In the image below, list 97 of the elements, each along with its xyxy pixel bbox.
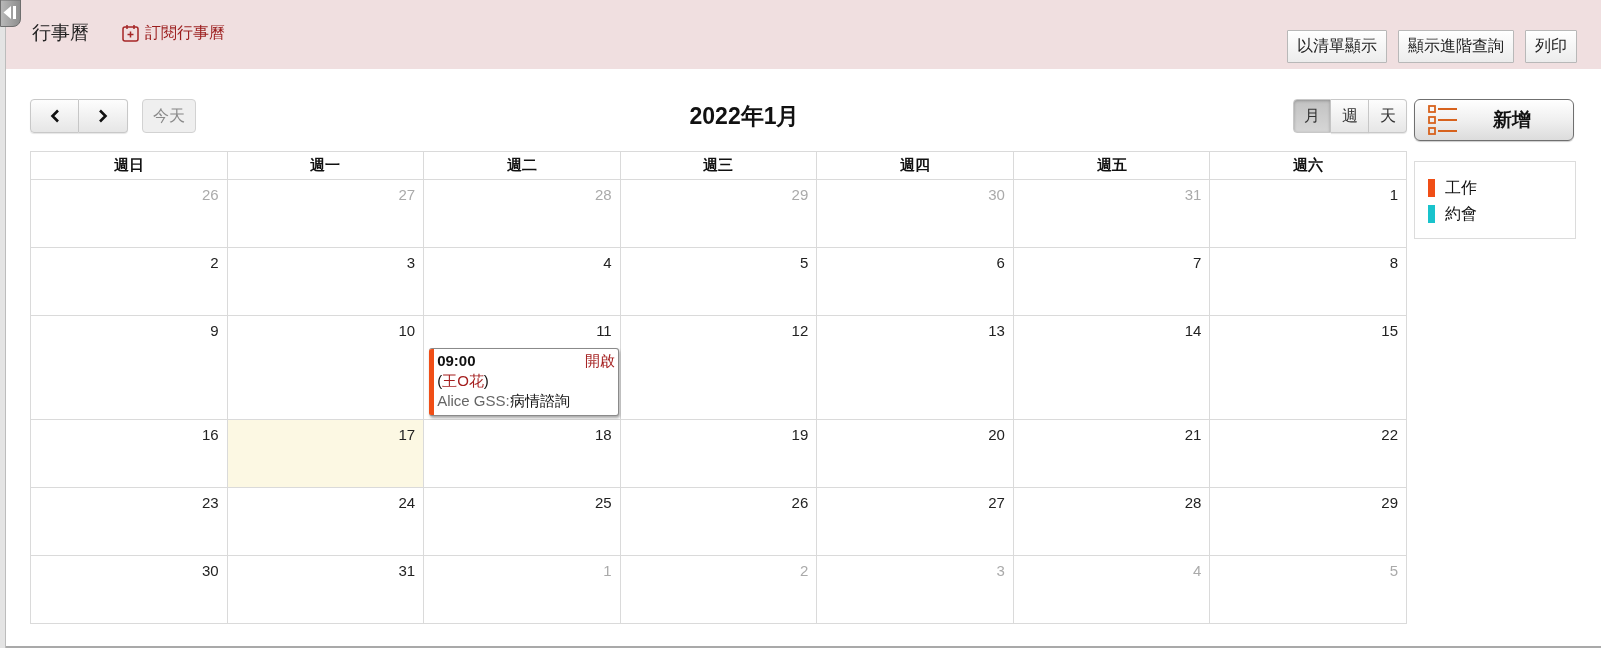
day-number: 19 <box>791 426 809 443</box>
page-title: 行事曆 <box>32 21 89 45</box>
view-tab[interactable]: 週 <box>1331 99 1369 133</box>
day-number: 22 <box>1381 426 1398 443</box>
day-number: 1 <box>1389 186 1398 203</box>
day-cell[interactable]: 23 <box>31 488 228 556</box>
day-number: 11 <box>596 322 612 339</box>
day-cell[interactable]: 28 <box>1013 488 1211 556</box>
day-number: 31 <box>398 562 416 579</box>
chevron-left-icon <box>49 109 60 123</box>
day-cell[interactable]: 19 <box>620 420 818 488</box>
day-cell[interactable]: 10 <box>227 316 425 420</box>
day-cell[interactable]: 31 <box>227 556 425 624</box>
day-cell[interactable]: 20 <box>817 420 1014 488</box>
collapse-icon[interactable] <box>0 0 21 27</box>
day-cell[interactable]: 14 <box>1013 316 1211 420</box>
day-number: 30 <box>988 186 1005 203</box>
day-cell[interactable]: 3 <box>227 248 425 316</box>
day-number: 24 <box>398 494 416 511</box>
day-number: 2 <box>210 254 219 271</box>
day-cell[interactable]: 25 <box>424 488 621 556</box>
calendar-plus-icon <box>122 24 139 42</box>
day-number: 10 <box>398 322 416 339</box>
view-tab[interactable]: 天 <box>1369 99 1407 133</box>
day-cell[interactable]: 27 <box>817 488 1014 556</box>
day-number: 4 <box>603 254 612 271</box>
day-number: 17 <box>398 426 416 443</box>
day-cell[interactable]: 22 <box>1210 420 1407 488</box>
day-number: 4 <box>1193 562 1202 579</box>
day-number: 23 <box>201 494 219 511</box>
day-number: 16 <box>201 426 219 443</box>
day-cell[interactable]: 16 <box>31 420 228 488</box>
day-number: 29 <box>1381 494 1398 511</box>
add-button[interactable]: 新增 <box>1414 99 1574 141</box>
day-cell[interactable]: 12 <box>620 316 818 420</box>
day-cell[interactable]: 7 <box>1013 248 1211 316</box>
day-number: 5 <box>1389 562 1398 579</box>
next-button[interactable] <box>79 99 128 133</box>
day-number: 3 <box>406 254 416 271</box>
day-number: 7 <box>1193 254 1202 271</box>
day-number: 26 <box>791 494 809 511</box>
day-number: 28 <box>1184 494 1202 511</box>
day-cell[interactable]: 30 <box>31 556 228 624</box>
day-number: 13 <box>988 322 1005 339</box>
event-patient: (王O花) <box>437 371 490 391</box>
day-number: 6 <box>996 254 1005 271</box>
day-number: 30 <box>201 562 219 579</box>
day-cell[interactable]: 4 <box>424 248 621 316</box>
day-number: 14 <box>1184 322 1202 339</box>
day-cell[interactable]: 24 <box>227 488 425 556</box>
day-cell[interactable]: 8 <box>1210 248 1407 316</box>
day-cell[interactable]: 18 <box>424 420 621 488</box>
day-number: 31 <box>1184 186 1202 203</box>
event-card[interactable]: 09:00 開啟 (王O花) Alice GSS:病情諮詢 <box>429 348 619 416</box>
day-number: 3 <box>996 562 1005 579</box>
open-link[interactable]: 開啟 <box>584 351 615 371</box>
day-number: 12 <box>791 322 809 339</box>
view-tab[interactable]: 月 <box>1293 99 1331 133</box>
day-cell[interactable]: 15 <box>1210 316 1407 420</box>
day-number: 18 <box>595 426 612 443</box>
subscribe-link[interactable]: 訂閱行事曆 <box>122 22 225 44</box>
day-cell[interactable]: 9 <box>31 316 228 420</box>
day-number: 2 <box>799 562 809 579</box>
legend-label: 約會 <box>1445 203 1477 224</box>
header-button[interactable]: 以清單顯示 <box>1287 30 1387 63</box>
day-number: 8 <box>1389 254 1398 271</box>
day-cell[interactable]: 29 <box>1210 488 1407 556</box>
day-number: 20 <box>988 426 1005 443</box>
day-cell[interactable]: 5 <box>620 248 818 316</box>
day-number: 28 <box>595 186 612 203</box>
day-cell[interactable]: 1 <box>1210 180 1407 248</box>
day-number: 1 <box>603 562 612 579</box>
day-cell[interactable]: 26 <box>620 488 818 556</box>
day-number: 26 <box>201 186 219 203</box>
day-number: 21 <box>1184 426 1202 443</box>
header-button[interactable]: 列印 <box>1525 30 1577 63</box>
month-title: 2022年1月 <box>689 101 800 131</box>
day-cell[interactable]: 17 <box>227 420 425 488</box>
header-button[interactable]: 顯示進階查詢 <box>1398 30 1514 63</box>
day-number: 9 <box>210 322 219 339</box>
previous-button[interactable] <box>30 99 79 133</box>
day-cell[interactable]: 6 <box>817 248 1014 316</box>
day-cell[interactable]: 13 <box>817 316 1014 420</box>
event-description: Alice GSS:病情諮詢 <box>437 391 571 411</box>
legend-label: 工作 <box>1445 177 1477 198</box>
day-cell[interactable]: 11 09:00 開啟 (王O花) Alice GSS:病情諮詢 <box>424 316 621 420</box>
list-icon <box>1428 105 1458 135</box>
day-number: 27 <box>398 186 416 203</box>
day-cell[interactable]: 2 <box>31 248 228 316</box>
day-number: 15 <box>1381 322 1398 339</box>
day-number: 29 <box>791 186 809 203</box>
day-number: 25 <box>595 494 612 511</box>
day-number: 5 <box>799 254 809 271</box>
day-number: 27 <box>988 494 1005 511</box>
chevron-right-icon <box>98 109 108 123</box>
event-time: 09:00 <box>437 351 476 371</box>
day-cell[interactable]: 21 <box>1013 420 1211 488</box>
